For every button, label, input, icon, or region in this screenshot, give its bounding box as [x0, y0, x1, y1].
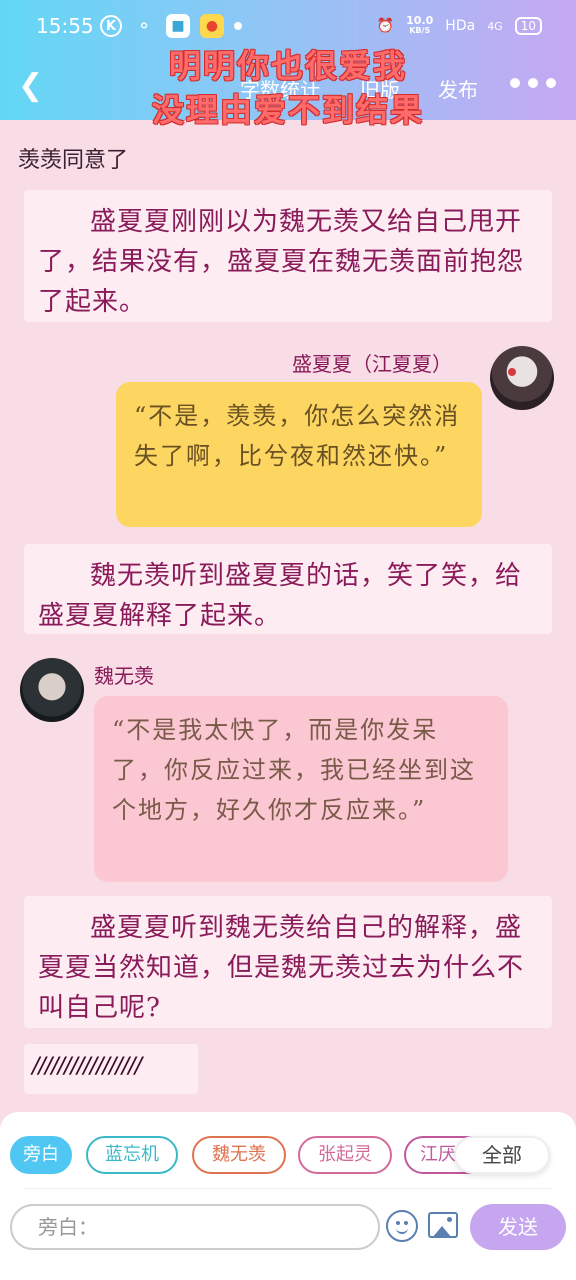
header: 15:55 K ⚬ ■ ● ⏰ 10.0 KB/S HDa 4G 10 ❮ 字数… [0, 0, 576, 129]
net-speed-value: 10.0 [406, 14, 434, 27]
back-icon[interactable]: ❮ [18, 70, 43, 102]
word-count-button[interactable]: 字数统计 [240, 74, 360, 103]
all-roles-button[interactable]: 全部 [454, 1136, 550, 1174]
narration-block[interactable]: 盛夏夏听到魏无羡给自己的解释，盛夏夏当然知道，但是魏无羡过去为什么不叫自己呢? [24, 896, 552, 1028]
speaker-name-left: 魏无羡 [94, 664, 154, 688]
narration-block[interactable]: 盛夏夏刚刚以为魏无羡又给自己甩开了，结果没有，盛夏夏在魏无羡面前抱怨了起来。 [24, 190, 552, 322]
chat-bubble-left[interactable]: “不是我太快了，而是你发呆了，你反应过来，我已经坐到这个地方，好久你才反应来。” [94, 696, 508, 882]
more-icon[interactable] [510, 78, 556, 88]
qq-icon: ⚬ [136, 15, 152, 37]
alarm-icon: ⏰ [376, 18, 395, 34]
image-icon[interactable] [428, 1212, 458, 1238]
notification-icons: K ⚬ ■ ● [100, 14, 242, 38]
emoji-icon[interactable] [386, 1210, 418, 1242]
weibo-icon: ● [200, 14, 224, 38]
publish-button[interactable]: 发布 [438, 74, 498, 103]
avatar-right[interactable] [490, 346, 554, 410]
divider [24, 1188, 552, 1189]
role-chip-zhangqiling[interactable]: 张起灵 [298, 1136, 392, 1174]
signal-label: 4G [487, 19, 503, 33]
old-version-button[interactable]: 旧版 [360, 74, 438, 103]
composer-panel: 旁白 蓝忘机 魏无羡 张起灵 江厌 全部 旁白： 发送 [0, 1112, 576, 1280]
role-chip-weiwuxian[interactable]: 魏无羡 [192, 1136, 286, 1174]
tray-app-icon: ■ [166, 14, 190, 38]
net-speed: 10.0 KB/S [406, 14, 434, 36]
system-line: 羡羡同意了 [18, 148, 129, 173]
speaker-name-right: 盛夏夏（江夏夏） [292, 352, 452, 376]
narration-block[interactable]: ///////////////// [24, 1044, 198, 1094]
role-chip-lanwangji[interactable]: 蓝忘机 [86, 1136, 178, 1174]
status-bar: 15:55 K ⚬ ■ ● ⏰ 10.0 KB/S HDa 4G 10 [0, 0, 576, 56]
more-notifications-icon [234, 22, 242, 30]
nav-actions: 字数统计 旧版 发布 [240, 74, 498, 103]
avatar-left[interactable] [20, 658, 84, 722]
k-app-icon: K [100, 15, 122, 37]
system-icons: ⏰ 10.0 KB/S HDa 4G 10 [376, 14, 542, 36]
message-input[interactable]: 旁白： [10, 1204, 380, 1250]
chat-bubble-right[interactable]: “不是，羡羡，你怎么突然消失了啊，比兮夜和然还快。” [116, 382, 482, 527]
net-speed-unit: KB/S [409, 26, 431, 35]
status-time: 15:55 [36, 14, 94, 38]
battery-icon: 10 [514, 17, 542, 35]
narration-block[interactable]: 魏无羡听到盛夏夏的话，笑了笑，给盛夏夏解释了起来。 [24, 544, 552, 634]
hd-label: HDa [445, 18, 476, 34]
role-chip-narrator[interactable]: 旁白 [10, 1136, 72, 1174]
send-button[interactable]: 发送 [470, 1204, 566, 1250]
chat-content[interactable]: 羡羡同意了 盛夏夏刚刚以为魏无羡又给自己甩开了，结果没有，盛夏夏在魏无羡面前抱怨… [0, 120, 576, 1110]
